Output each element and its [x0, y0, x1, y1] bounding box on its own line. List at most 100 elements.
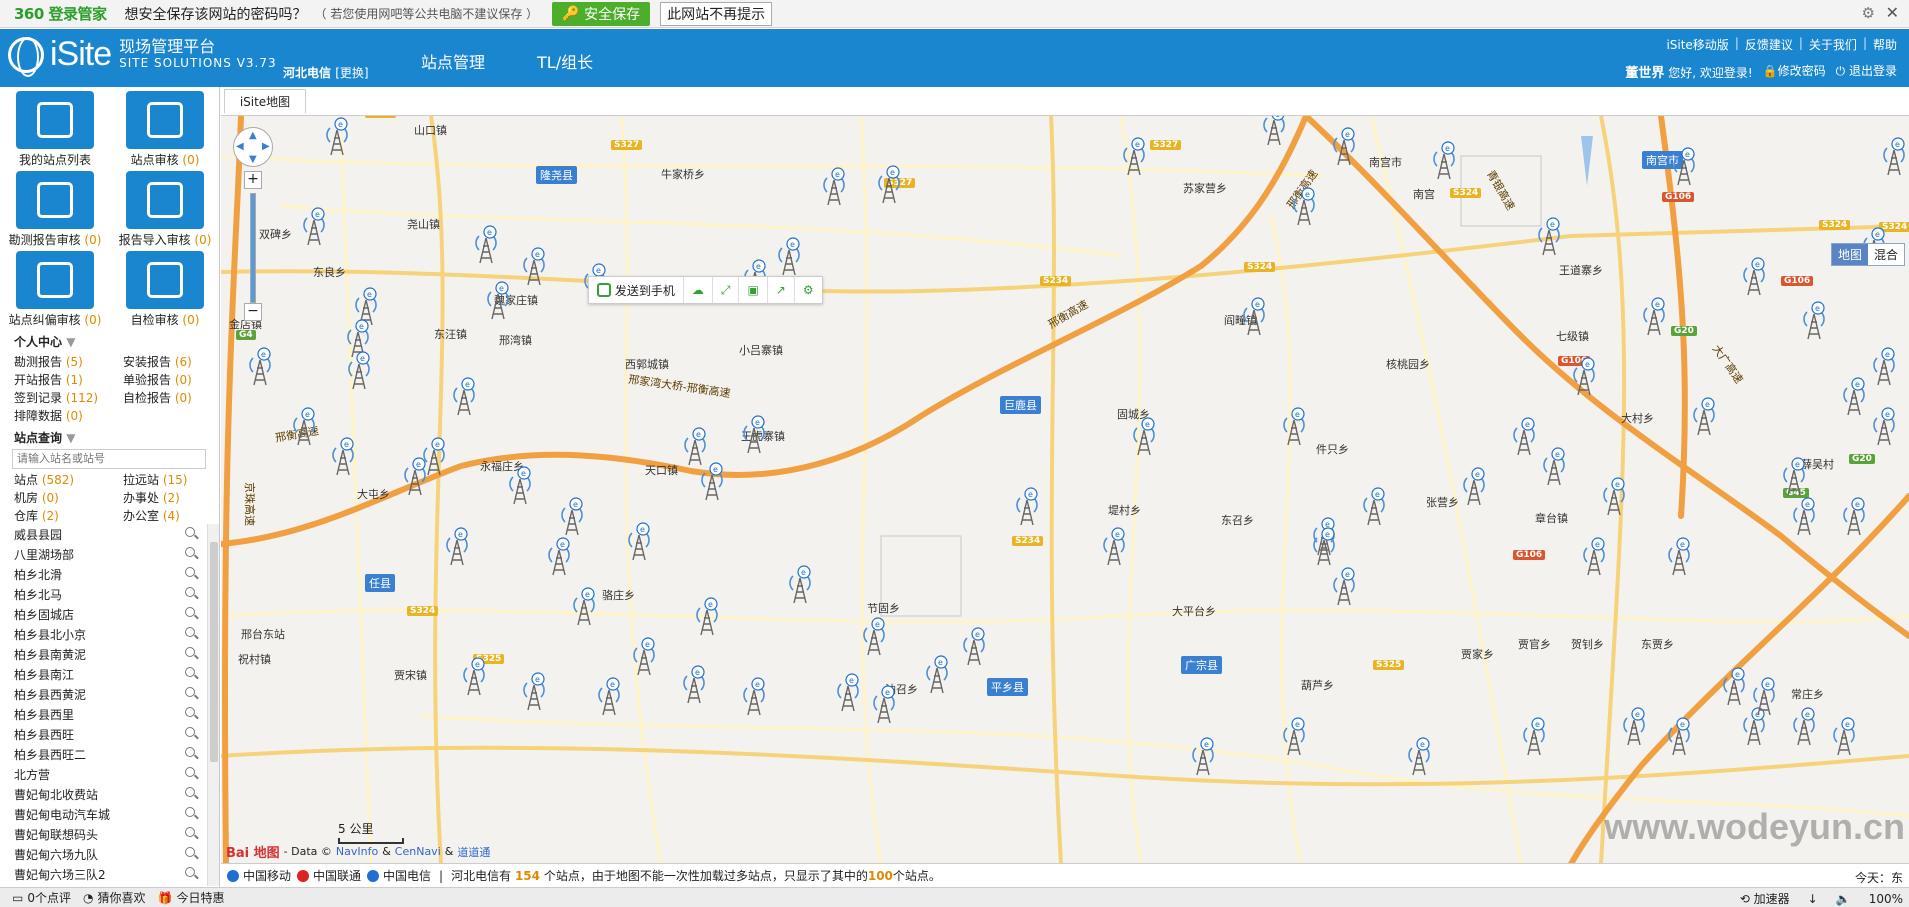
telecom-tower-icon[interactable]: e	[1601, 476, 1627, 516]
telecom-tower-icon[interactable]: e	[1261, 115, 1287, 146]
change-province-link[interactable]: [更换]	[335, 66, 368, 80]
telecom-tower-icon[interactable]: e	[699, 461, 725, 501]
site-list-item[interactable]: 柏乡县西黄泥	[0, 684, 207, 704]
close-icon[interactable]: ✕	[1886, 3, 1899, 22]
search-icon[interactable]	[185, 527, 195, 537]
search-icon[interactable]	[185, 547, 195, 557]
pan-right-icon[interactable]: ▶	[262, 141, 270, 152]
telecom-tower-icon[interactable]: e	[1581, 536, 1607, 576]
mobile-link[interactable]: iSite移动版	[1666, 36, 1728, 53]
telecom-tower-icon[interactable]: e	[421, 436, 447, 476]
telecom-tower-icon[interactable]: e	[1666, 536, 1692, 576]
category-office[interactable]: 办公室 (4)	[123, 507, 180, 524]
site-list-item[interactable]: 柏乡固城店	[0, 604, 207, 624]
site-list-item[interactable]: 柏乡县北小京	[0, 624, 207, 644]
personal-troubleshoot[interactable]: 排障数据 (0)	[14, 407, 83, 424]
telecom-tower-icon[interactable]: e	[1841, 376, 1867, 416]
telecom-tower-icon[interactable]: e	[485, 280, 511, 320]
help-link[interactable]: 帮助	[1873, 36, 1897, 53]
telecom-tower-icon[interactable]: e	[1431, 140, 1457, 180]
category-remote[interactable]: 拉远站 (15)	[123, 471, 187, 488]
site-list-item[interactable]: 八里湖场部	[0, 544, 207, 564]
telecom-tower-icon[interactable]: e	[291, 406, 317, 446]
share-button[interactable]: ↗	[768, 277, 795, 303]
telecom-tower-icon[interactable]: e	[1621, 706, 1647, 746]
telecom-tower-icon[interactable]: e	[301, 206, 327, 246]
personal-self-check[interactable]: 自检报告 (0)	[123, 389, 192, 406]
telecom-tower-icon[interactable]: e	[1121, 136, 1147, 176]
site-list-item[interactable]: 威县县园	[0, 524, 207, 544]
settings-button[interactable]: ⚙	[795, 277, 822, 303]
site-query-title[interactable]: 站点查询 ▼	[14, 429, 75, 446]
reviews-item[interactable]: ▭ 0个点评	[12, 889, 71, 906]
telecom-tower-icon[interactable]: e	[507, 465, 533, 505]
telecom-tower-icon[interactable]: e	[1671, 146, 1697, 186]
personal-install[interactable]: 安装报告 (6)	[123, 353, 192, 370]
logout-link[interactable]: ⏻ 退出登录	[1836, 62, 1897, 81]
telecom-tower-icon[interactable]: e	[1666, 716, 1692, 756]
personal-center-title[interactable]: 个人中心 ▼	[14, 333, 75, 350]
search-icon[interactable]	[185, 607, 195, 617]
site-list-item[interactable]: 柏乡县南黄泥	[0, 644, 207, 664]
tile-site-correction-review[interactable]: 站点纠偏审核 (0)	[0, 251, 110, 328]
telecom-tower-icon[interactable]: e	[1521, 716, 1547, 756]
category-site[interactable]: 站点 (582)	[14, 471, 74, 488]
search-icon[interactable]	[185, 867, 195, 877]
site-list-item[interactable]: 曹妃甸联想码头	[0, 824, 207, 844]
site-list-item[interactable]: 柏乡县西旺二	[0, 744, 207, 764]
telecom-tower-icon[interactable]: e	[1801, 300, 1827, 340]
telecom-tower-icon[interactable]: e	[682, 426, 708, 466]
telecom-tower-icon[interactable]: e	[1241, 296, 1267, 336]
telecom-tower-icon[interactable]: e	[1741, 256, 1767, 296]
search-icon[interactable]	[185, 767, 195, 777]
feedback-link[interactable]: 反馈建议	[1745, 36, 1793, 53]
telecom-tower-icon[interactable]: e	[1461, 466, 1487, 506]
volume-icon[interactable]: 🔈	[1836, 892, 1851, 906]
search-icon[interactable]	[185, 807, 195, 817]
search-icon[interactable]	[185, 667, 195, 677]
deals-item[interactable]: 🎁 今日特惠	[157, 889, 224, 906]
telecom-tower-icon[interactable]: e	[1541, 446, 1567, 486]
tile-self-check-review[interactable]: 自检审核 (0)	[110, 251, 220, 328]
telecom-tower-icon[interactable]: e	[461, 656, 487, 696]
telecom-tower-icon[interactable]: e	[1331, 126, 1357, 166]
tile-survey-review[interactable]: 勘测报告审核 (0)	[0, 171, 110, 248]
telecom-tower-icon[interactable]: e	[521, 671, 547, 711]
telecom-tower-icon[interactable]: e	[1101, 526, 1127, 566]
personal-survey[interactable]: 勘测报告 (5)	[14, 353, 83, 370]
telecom-tower-icon[interactable]: e	[1131, 416, 1157, 456]
map-type-hybrid-button[interactable]: 混合	[1867, 244, 1904, 265]
telecom-tower-icon[interactable]: e	[559, 496, 585, 536]
personal-open[interactable]: 开站报告 (1)	[14, 371, 83, 388]
fullscreen-button[interactable]: ⤢	[713, 277, 740, 303]
telecom-tower-icon[interactable]: e	[346, 350, 372, 390]
telecom-tower-icon[interactable]: e	[1691, 396, 1717, 436]
telecom-tower-icon[interactable]: e	[821, 166, 847, 206]
navinfo-link[interactable]: NavInfo	[336, 845, 378, 858]
site-list-item[interactable]: 柏乡北滑	[0, 564, 207, 584]
search-icon[interactable]	[185, 647, 195, 657]
telecom-tower-icon[interactable]: e	[876, 164, 902, 204]
telecom-tower-icon[interactable]: e	[1281, 406, 1307, 446]
personal-single-verify[interactable]: 单验报告 (0)	[123, 371, 192, 388]
telecom-tower-icon[interactable]: e	[324, 116, 350, 156]
telecom-tower-icon[interactable]: e	[1881, 136, 1907, 176]
tile-site-review[interactable]: 站点审核 (0)	[110, 91, 220, 168]
about-link[interactable]: 关于我们	[1809, 36, 1857, 53]
telecom-tower-icon[interactable]: e	[1281, 716, 1307, 756]
search-icon[interactable]	[185, 847, 195, 857]
telecom-tower-icon[interactable]: e	[741, 414, 767, 454]
site-list-item[interactable]: 柏乡县西里	[0, 704, 207, 724]
site-list-item[interactable]: 曹妃甸北收费站	[0, 784, 207, 804]
telecom-tower-icon[interactable]: e	[247, 346, 273, 386]
pan-up-icon[interactable]: ▲	[249, 130, 257, 141]
telecom-tower-icon[interactable]: e	[1291, 186, 1317, 226]
pan-down-icon[interactable]: ▼	[249, 154, 257, 165]
telecom-tower-icon[interactable]: e	[1571, 356, 1597, 396]
telecom-tower-icon[interactable]: e	[1871, 406, 1897, 446]
personal-signin[interactable]: 签到记录 (112)	[14, 389, 98, 406]
telecom-tower-icon[interactable]: e	[473, 224, 499, 264]
site-list-item[interactable]: 北方营	[0, 764, 207, 784]
telecom-tower-icon[interactable]: e	[1751, 676, 1777, 716]
never-prompt-button[interactable]: 此网站不再提示	[660, 1, 773, 26]
